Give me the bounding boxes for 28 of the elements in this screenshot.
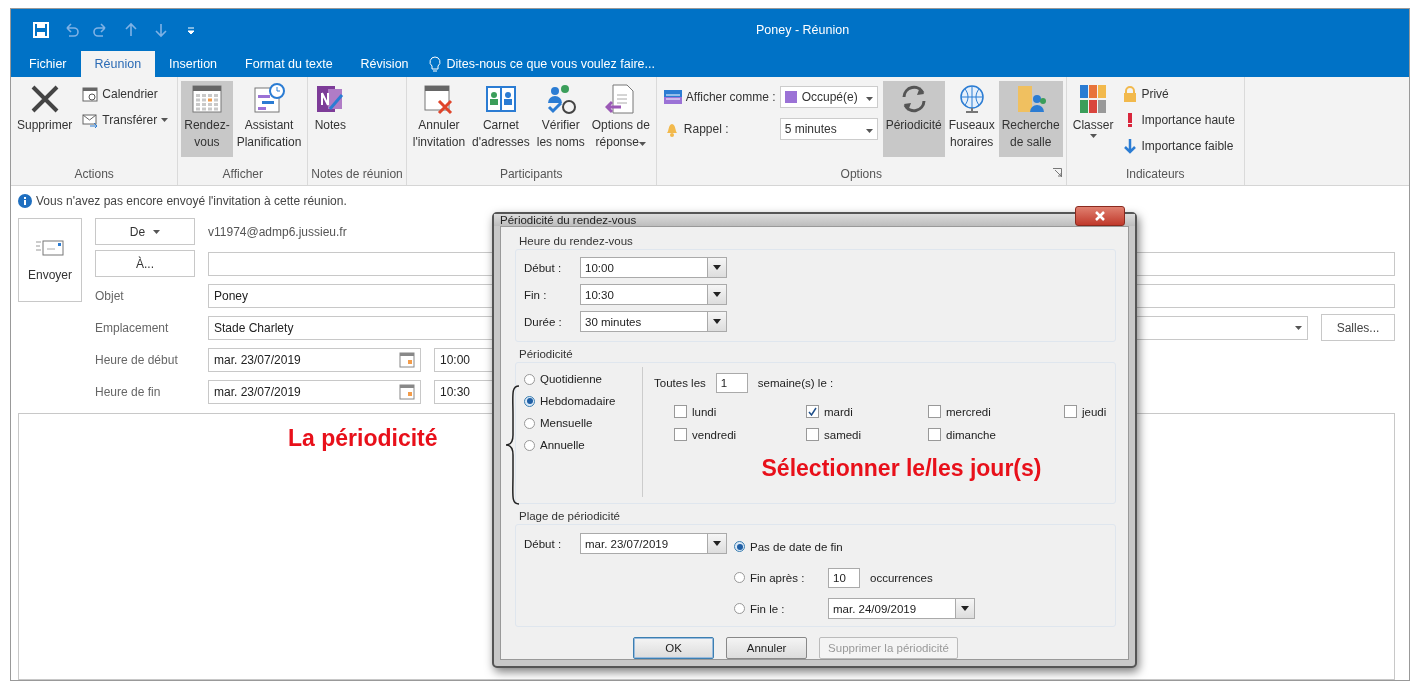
annotation-text: Sélectionner le/les jour(s) <box>761 455 1042 482</box>
field-label: Fin : <box>524 288 548 301</box>
field-label: Objet <box>95 288 125 303</box>
field-label: Heure de fin <box>95 384 162 399</box>
field-label: Durée : <box>524 315 563 328</box>
group-label: Participants <box>499 166 563 183</box>
field-label: Toutes les <box>654 377 706 389</box>
field-label: Emplacement <box>95 320 170 335</box>
group-title: Heure du rendez-vous <box>518 235 634 247</box>
sender-address: v11974@admp6.jussieu.fr <box>208 224 347 239</box>
field-label: semaine(s) le : <box>757 377 834 389</box>
group-label: Notes de réunion <box>311 166 403 183</box>
window-title: Poney - Réunion <box>756 23 850 37</box>
field-label: Rappel : <box>683 122 729 136</box>
annotation-text: La périodicité <box>288 425 438 452</box>
group-title: Périodicité <box>518 348 574 360</box>
field-label: Début : <box>524 537 563 550</box>
field-label: Heure de début <box>95 352 179 367</box>
group-label: Options <box>840 166 882 183</box>
group-label: Actions <box>74 166 114 183</box>
group-label: Indicateurs <box>1125 166 1185 183</box>
dialog-title: Périodicité du rendez-vous <box>500 214 637 226</box>
info-message: Vous n'avez pas encore envoyé l'invitation à cette réunion. <box>36 194 347 208</box>
field-label: occurrences <box>870 571 933 584</box>
field-label: Afficher comme : <box>685 90 776 104</box>
field-label: Début : <box>524 261 563 274</box>
group-label: Afficher <box>222 166 264 183</box>
group-title: Plage de périodicité <box>518 510 621 522</box>
